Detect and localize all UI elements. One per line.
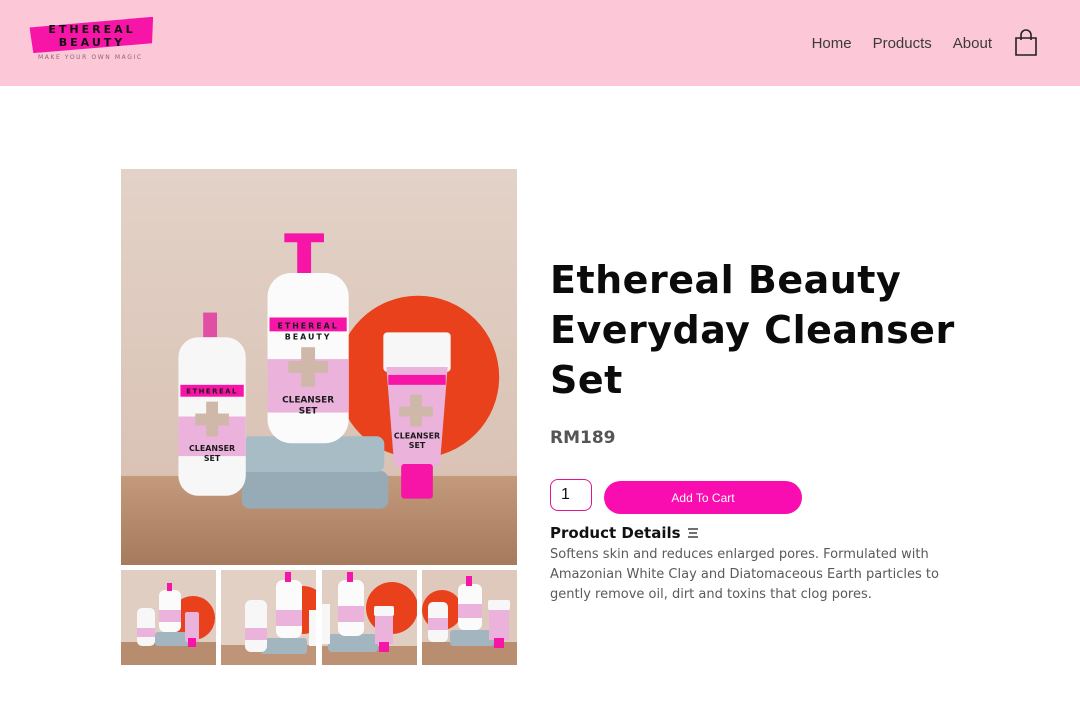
logo-text-line1: ETHEREAL — [48, 23, 136, 36]
bottle-brand-text-2: BEAUTY — [285, 332, 332, 341]
quantity-input[interactable] — [550, 479, 592, 511]
site-header: ETHEREAL BEAUTY MAKE YOUR OWN MAGIC Home… — [0, 0, 1080, 86]
add-to-cart-button[interactable]: Add To Cart — [604, 481, 802, 514]
thumbnail-3[interactable] — [321, 570, 417, 665]
left-bottle-name-text-2: SET — [204, 454, 221, 463]
menu-lines-icon — [687, 528, 698, 538]
thumbnail-photo — [421, 570, 517, 665]
thumbnail-2[interactable] — [221, 570, 317, 665]
logo-tagline: MAKE YOUR OWN MAGIC — [38, 54, 143, 61]
bottle-name-text: CLEANSER — [282, 396, 334, 406]
product-description: Softens skin and reduces enlarged pores.… — [550, 547, 939, 602]
nav-home-link[interactable]: Home — [812, 35, 852, 52]
thumbnail-photo — [121, 570, 216, 665]
product-main-image[interactable]: ETHEREAL BEAUTY CLEANSER SET ETHEREAL CL… — [121, 169, 517, 565]
bottle-name-text-2: SET — [299, 407, 318, 417]
left-bottle-brand-text: ETHEREAL — [186, 388, 238, 396]
nav-about-link[interactable]: About — [953, 35, 992, 52]
logo-text-line2: BEAUTY — [58, 36, 126, 49]
bottle-brand-text: ETHEREAL — [277, 321, 338, 330]
product-price: RM189 — [550, 428, 616, 448]
product-details-title: Product Details — [550, 524, 681, 542]
thumbnail-4[interactable] — [421, 570, 517, 665]
tube-name-text: CLEANSER — [394, 431, 440, 440]
product-title: Ethereal Beauty Everyday Cleanser Set — [550, 258, 955, 402]
product-photo: ETHEREAL BEAUTY CLEANSER SET ETHEREAL CL… — [121, 169, 517, 565]
thumbnail-photo — [221, 570, 317, 665]
shopping-bag-icon[interactable] — [1014, 29, 1038, 57]
thumbnail-strip — [121, 570, 517, 665]
left-bottle-name-text: CLEANSER — [189, 444, 235, 453]
nav-products-link[interactable]: Products — [873, 35, 932, 52]
main-nav: Home Products About — [812, 26, 1038, 60]
product-details-header[interactable]: Product Details — [550, 524, 699, 542]
tube-name-text-2: SET — [409, 441, 426, 450]
thumbnail-photo — [321, 570, 417, 665]
thumbnail-1[interactable] — [121, 570, 216, 665]
brand-logo[interactable]: ETHEREAL BEAUTY MAKE YOUR OWN MAGIC — [30, 18, 160, 66]
